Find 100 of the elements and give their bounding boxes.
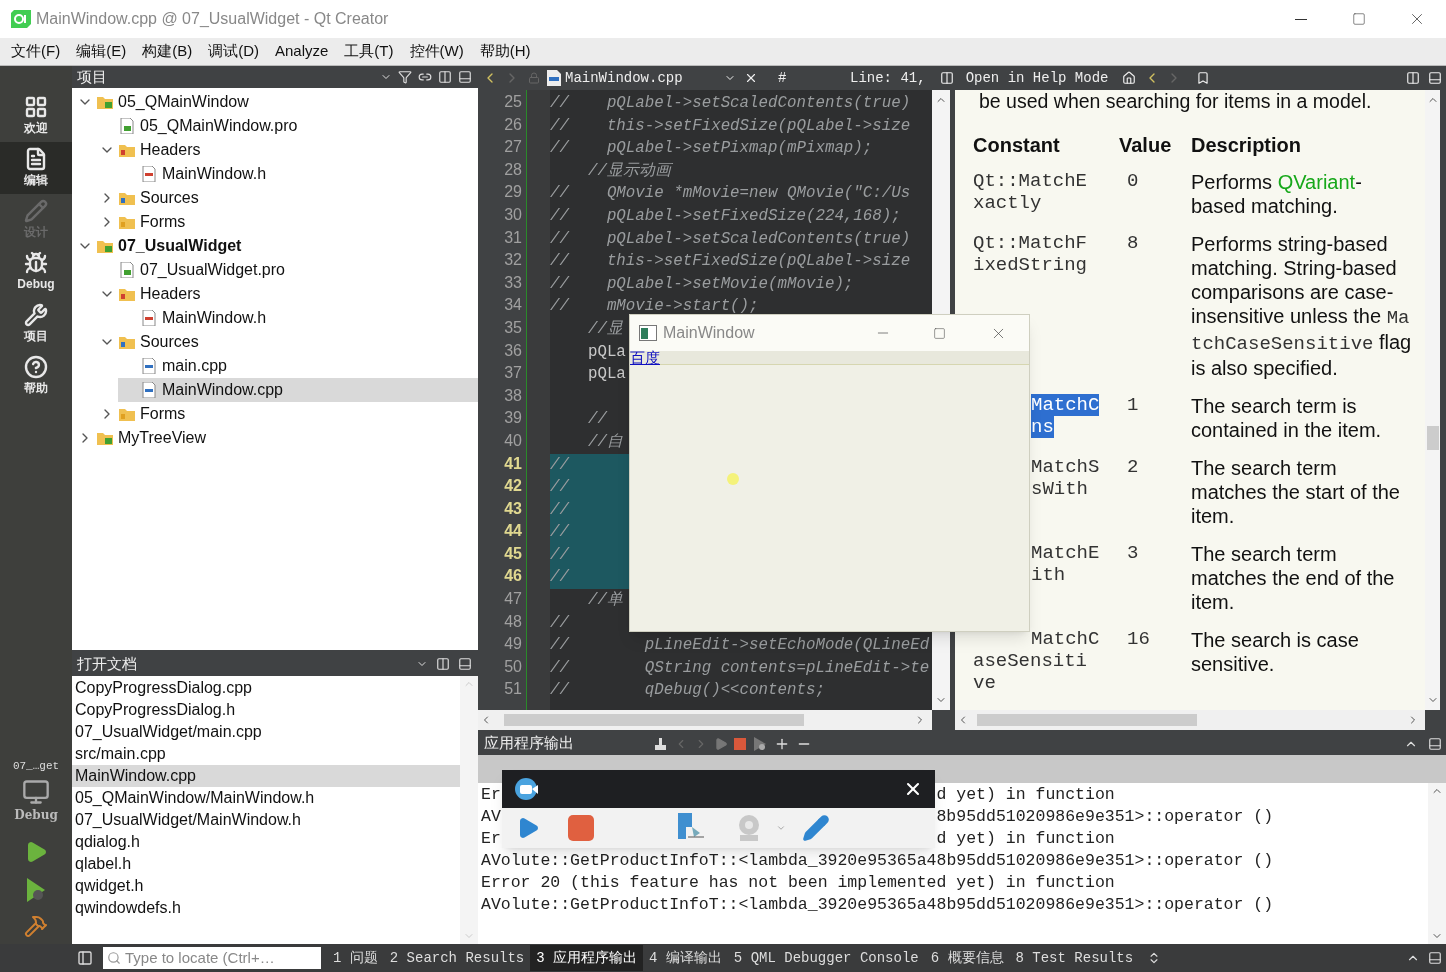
menu-item[interactable]: 控件(W) — [401, 40, 472, 63]
sidebar-toggle-icon[interactable] — [77, 950, 93, 966]
tree-item[interactable]: 05_QMainWindow.pro — [96, 114, 478, 138]
document-item[interactable]: qwidget.h — [72, 875, 460, 897]
scrollbar[interactable] — [955, 710, 1425, 730]
mode-tab[interactable]: 编辑 — [0, 142, 72, 194]
filter-icon[interactable] — [398, 70, 412, 84]
tree-item[interactable]: Forms — [96, 210, 478, 234]
document-item[interactable]: qlabel.h — [72, 853, 460, 875]
tree-item[interactable]: Headers — [96, 282, 478, 306]
scrollbar-thumb[interactable] — [1426, 426, 1439, 450]
code-line: //显 — [586, 319, 623, 338]
link[interactable]: 百度 — [630, 347, 660, 370]
maximize-icon[interactable] — [933, 326, 946, 340]
home-icon[interactable] — [1122, 71, 1137, 85]
panel-icon[interactable] — [1428, 951, 1442, 965]
locator-field[interactable]: Type to locate (Ctrl+… — [103, 947, 321, 969]
window-title: MainWindow — [663, 323, 755, 343]
file-tab[interactable]: MainWindow.cpp — [546, 67, 736, 89]
project-file-icon — [120, 118, 134, 134]
scrollbar[interactable] — [1425, 90, 1440, 710]
project-folder-icon — [97, 431, 113, 445]
link-icon[interactable] — [418, 70, 432, 84]
mode-tab[interactable]: 项目 — [0, 298, 72, 350]
line-number: 46 — [503, 566, 523, 587]
code-line: // mMovie->start(); — [550, 297, 759, 316]
clean-icon[interactable] — [654, 736, 668, 751]
output-line: Error 20 (this feature has not been implemented yet) in function — [481, 872, 1116, 894]
line-number: 41 — [503, 453, 523, 474]
document-item[interactable]: MainWindow.cpp — [72, 765, 460, 787]
code-line: // this->setFixedSize(pQLabel->size — [550, 116, 911, 135]
split-icon[interactable] — [1406, 71, 1420, 85]
output-pane-tab[interactable]: 1 问题 — [327, 945, 384, 971]
close-pane-icon[interactable] — [1428, 71, 1442, 85]
document-item[interactable]: 07_UsualWidget/main.cpp — [72, 721, 460, 743]
value-text: 0 — [1126, 170, 1140, 194]
kit-selector[interactable]: Debug — [0, 778, 72, 824]
output-pane-tab[interactable]: 3 应用程序输出 — [530, 945, 644, 971]
folder-icon — [119, 191, 135, 205]
split-icon[interactable] — [939, 71, 954, 85]
menu-item[interactable]: 工具(T) — [336, 40, 402, 63]
scrollbar[interactable] — [478, 710, 932, 730]
file-icon — [546, 70, 562, 86]
tree-item[interactable]: 07_UsualWidget — [74, 234, 478, 258]
tree-item[interactable]: 05_QMainWindow — [74, 90, 478, 114]
close-icon[interactable] — [744, 71, 758, 85]
tree-item[interactable]: 07_UsualWidget.pro — [96, 258, 478, 282]
document-item[interactable]: qdialog.h — [72, 831, 460, 853]
line-number: 47 — [503, 589, 523, 610]
bookmark-icon[interactable] — [1196, 71, 1211, 85]
menu-item[interactable]: 文件(F) — [3, 40, 69, 63]
document-item[interactable]: 05_QMainWindow/MainWindow.h — [72, 787, 460, 809]
stop-icon[interactable] — [734, 737, 746, 750]
stop-icon[interactable] — [568, 815, 594, 841]
value-text: 2 — [1126, 456, 1140, 480]
output-pane-tab[interactable]: 4 编译输出 — [643, 945, 728, 971]
tree-item[interactable]: MainWindow.cpp — [118, 378, 478, 402]
tree-item[interactable]: Headers — [96, 138, 478, 162]
hammer-icon — [24, 914, 48, 938]
tree-item[interactable]: MainWindow.h — [118, 162, 478, 186]
debug-run-icon[interactable] — [752, 735, 768, 752]
help-mode-button[interactable]: Open in Help Mode — [965, 67, 1109, 89]
close-pane-icon[interactable] — [458, 70, 472, 84]
pencil-icon[interactable] — [802, 814, 830, 842]
rerun-icon[interactable] — [714, 736, 728, 751]
folder-icon — [119, 407, 135, 421]
close-pane-icon[interactable] — [458, 657, 472, 671]
mode-tab[interactable]: 帮助 — [0, 350, 72, 402]
menu-item[interactable]: 调试(D) — [200, 40, 267, 63]
output-pane-tab[interactable]: 5 QML Debugger Console — [727, 945, 925, 971]
document-item[interactable]: CopyProgressDialog.cpp — [72, 677, 460, 699]
menu-item[interactable]: 帮助(H) — [471, 40, 539, 63]
line-number: 26 — [503, 114, 523, 135]
mode-tab[interactable]: Debug — [0, 246, 72, 298]
output-pane-tab[interactable]: 2 Search Results — [383, 945, 531, 971]
close-pane-icon[interactable] — [1428, 736, 1442, 751]
symbol-selector[interactable]: # — [778, 67, 838, 89]
tree-item[interactable]: main.cpp — [118, 354, 478, 378]
document-item[interactable]: CopyProgressDialog.h — [72, 699, 460, 721]
document-item[interactable]: qwindowdefs.h — [72, 897, 460, 919]
output-pane-tab[interactable]: 8 Test Results — [1009, 945, 1140, 971]
split-icon[interactable] — [438, 70, 452, 84]
line-number: 44 — [503, 521, 523, 542]
tree-item-label: Headers — [140, 284, 201, 304]
minimize-icon — [1295, 18, 1307, 20]
output-pane-tab[interactable]: 6 概要信息 — [924, 945, 1010, 971]
menu-item[interactable]: 编辑(E) — [68, 40, 135, 63]
document-item[interactable]: src/main.cpp — [72, 743, 460, 765]
tree-item[interactable]: MainWindow.h — [118, 306, 478, 330]
menu-item[interactable]: 构建(B) — [134, 40, 201, 63]
mode-tab[interactable]: 欢迎 — [0, 90, 72, 142]
tree-item[interactable]: Forms — [96, 402, 478, 426]
tree-item[interactable]: Sources — [96, 186, 478, 210]
scrollbar[interactable] — [1428, 783, 1446, 944]
tree-item[interactable]: MyTreeView — [74, 426, 478, 450]
tree-item[interactable]: Sources — [96, 330, 478, 354]
document-item[interactable]: 07_UsualWidget/MainWindow.h — [72, 809, 460, 831]
split-icon[interactable] — [436, 657, 450, 671]
menu-item[interactable]: Analyze — [267, 40, 337, 63]
value-text: 1 — [1126, 394, 1140, 418]
